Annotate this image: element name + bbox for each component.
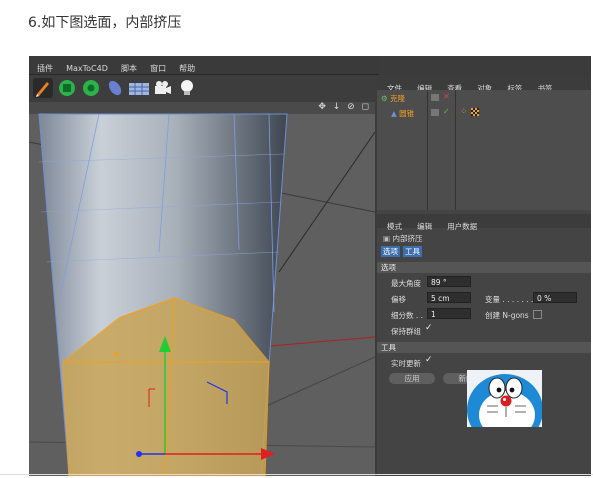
checker-tag-icon[interactable] [471, 108, 479, 116]
light-icon[interactable] [177, 78, 197, 98]
shape-icon[interactable] [105, 78, 125, 98]
viewport-scene [29, 113, 375, 476]
visibility-toggle-icon[interactable] [431, 109, 439, 116]
options-section-header: 选项 [377, 262, 591, 273]
object-row-cloner[interactable]: ⚙ 克隆 [381, 93, 405, 104]
tag-icon[interactable]: ⁘ [460, 107, 468, 117]
visibility-toggle-icon[interactable] [431, 94, 439, 101]
realtime-label: 实时更新 [391, 359, 421, 368]
tool-title: ▣ 内部挤压 [383, 234, 423, 243]
caption: 6.如下图选面，内部挤压 [28, 15, 182, 31]
tool-section-header: 工具 [377, 342, 591, 353]
attr-menu-userdata[interactable]: 用户数据 [447, 222, 477, 231]
toolbar [29, 75, 379, 102]
object-manager-menu: 文件 编辑 查看 对象 标签 书签 [377, 76, 591, 93]
camera-icon[interactable] [153, 78, 173, 98]
subdivision-label: 细分数 . . [391, 311, 424, 320]
delete-icon[interactable]: ✕ [443, 92, 450, 101]
gear-icon[interactable] [81, 78, 101, 98]
variance-field[interactable]: 0 % [533, 292, 577, 303]
realtime-checkbox[interactable]: ✓ [425, 355, 433, 365]
doraemon-sticker [467, 370, 542, 427]
attributes-menu: 模式 编辑 用户数据 [377, 214, 591, 231]
keep-groups-checkbox[interactable]: ✓ [425, 323, 433, 333]
cube-icon[interactable] [57, 78, 77, 98]
cone-icon: ▲ [391, 109, 397, 118]
floor-icon[interactable] [127, 78, 151, 98]
ngons-label: 创建 N-gons [485, 311, 529, 320]
object-name: 克隆 [390, 94, 406, 103]
offset-label: 偏移 [391, 295, 406, 304]
max-angle-label: 最大角度 [391, 279, 421, 288]
object-manager: ⚙ 克隆 ▲ 圆锥 ✕ ✓ ⁘ [377, 90, 591, 210]
cloner-icon: ⚙ [381, 94, 388, 103]
max-angle-field[interactable]: 89 ° [427, 276, 471, 287]
apply-button[interactable]: 应用 [389, 373, 435, 384]
object-row-cone[interactable]: ▲ 圆锥 [391, 108, 414, 119]
keep-groups-label: 保持群组 [391, 327, 421, 336]
variance-label: 变量 . . . . . . . [485, 295, 534, 304]
attr-menu-edit[interactable]: 编辑 [417, 222, 432, 231]
tool-icon: ▣ [383, 234, 391, 243]
pen-icon[interactable] [33, 78, 53, 98]
subdivision-field[interactable]: 1 [427, 308, 471, 319]
page-divider [0, 474, 593, 475]
ngons-checkbox[interactable] [533, 310, 542, 319]
attr-menu-mode[interactable]: 模式 [387, 222, 402, 231]
3d-viewport[interactable]: ✥ ↓ ⊘ ◻ [29, 102, 375, 476]
check-icon[interactable]: ✓ [443, 107, 450, 116]
offset-field[interactable]: 5 cm [427, 292, 471, 303]
tab-tool[interactable]: 工具 [403, 246, 422, 257]
menu-bar: 插件 MaxToC4D 脚本 窗口 帮助 [29, 56, 379, 75]
object-name: 圆锥 [399, 109, 415, 118]
tab-options[interactable]: 选项 [381, 246, 400, 257]
